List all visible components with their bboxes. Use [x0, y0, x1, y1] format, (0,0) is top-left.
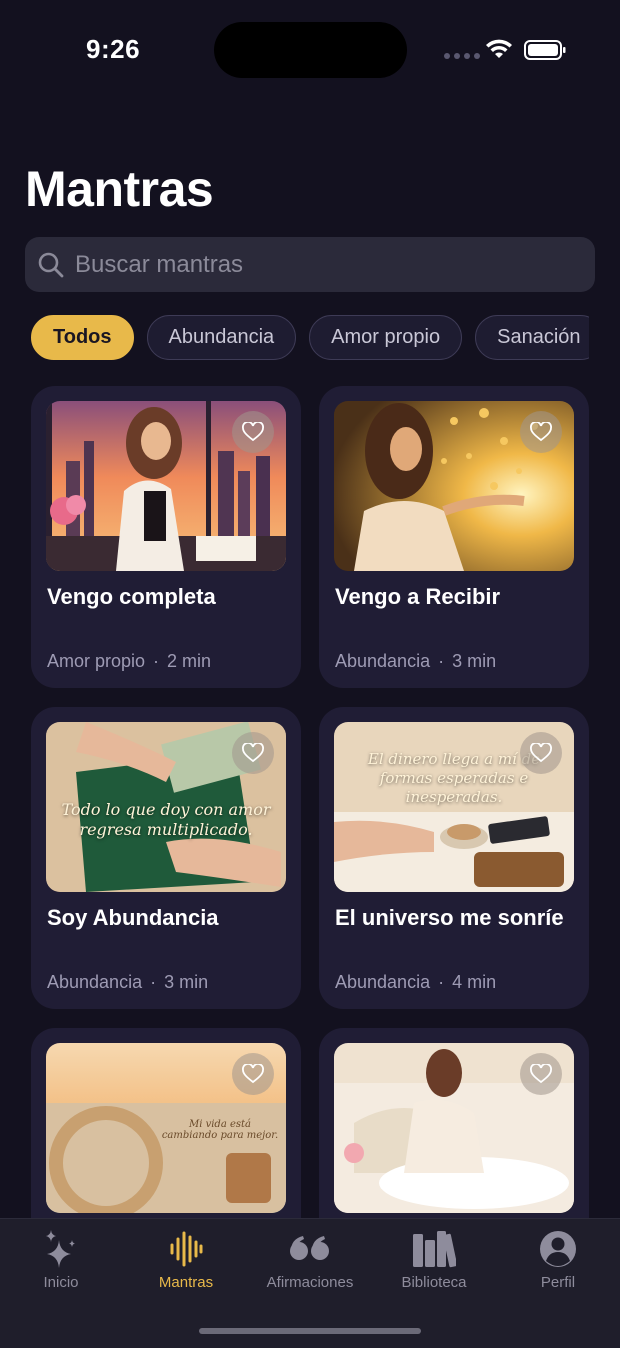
- heart-icon: [530, 422, 552, 442]
- tab-label: Afirmaciones: [266, 1274, 354, 1291]
- heart-icon: [530, 743, 552, 763]
- mantra-card-soy-abundancia[interactable]: Todo lo que doy con amor regresa multipl…: [31, 707, 301, 1009]
- tab-label: Inicio: [43, 1274, 79, 1291]
- favorite-button[interactable]: [232, 732, 274, 774]
- tab-mantras[interactable]: Mantras: [124, 1229, 248, 1291]
- card-meta: Amor propio · 2 min: [47, 651, 212, 671]
- card-title: Vengo completa: [47, 584, 216, 609]
- card-meta: Abundancia · 3 min: [335, 651, 497, 671]
- dynamic-island: [214, 22, 407, 78]
- tab-label: Biblioteca: [401, 1274, 467, 1291]
- card-title: El universo me sonríe: [335, 905, 564, 930]
- card-category: Abundancia: [335, 972, 431, 992]
- waveform-icon: [169, 1229, 203, 1269]
- tab-inicio[interactable]: Inicio: [0, 1229, 123, 1291]
- sparkles-icon: [43, 1229, 79, 1269]
- favorite-button[interactable]: [232, 411, 274, 453]
- heart-icon: [242, 743, 264, 763]
- mantra-card-vengo-completa[interactable]: Vengo completa Amor propio · 2 min: [31, 386, 301, 688]
- mantra-card-el-universo-me-sonrie[interactable]: El dinero llega a mí de formas esperadas…: [319, 707, 589, 1009]
- heart-icon: [242, 422, 264, 442]
- battery-icon: [524, 40, 566, 60]
- search-icon: [38, 252, 64, 277]
- mantra-thumbnail: [334, 1043, 574, 1213]
- mantra-thumbnail: Todo lo que doy con amor regresa multipl…: [46, 722, 286, 892]
- card-duration: 3 min: [452, 651, 497, 671]
- search-bar[interactable]: [25, 237, 595, 292]
- cellular-signal-icon: [444, 53, 480, 59]
- card-category: Amor propio: [47, 651, 146, 671]
- card-title: Soy Abundancia: [47, 905, 219, 930]
- favorite-button[interactable]: [520, 732, 562, 774]
- mantra-thumbnail: [334, 401, 574, 571]
- tab-biblioteca[interactable]: Biblioteca: [372, 1229, 496, 1291]
- person-circle-icon: [539, 1229, 577, 1269]
- mantra-thumbnail: Mi vida está cambiando para mejor.: [46, 1043, 286, 1213]
- filter-chip-sanacion[interactable]: Sanación: [475, 315, 589, 360]
- home-indicator: [199, 1328, 421, 1334]
- filter-chip-abundancia[interactable]: Abundancia: [146, 315, 297, 360]
- mantra-card-vengo-a-recibir[interactable]: Vengo a Recibir Abundancia · 3 min: [319, 386, 589, 688]
- filter-chip-todos[interactable]: Todos: [31, 315, 134, 360]
- heart-icon: [530, 1064, 552, 1084]
- heart-icon: [242, 1064, 264, 1084]
- tab-label: Mantras: [158, 1274, 214, 1291]
- filter-chip-amor-propio[interactable]: Amor propio: [309, 315, 463, 360]
- mantra-thumbnail: [46, 401, 286, 571]
- card-meta: Abundancia · 4 min: [335, 972, 497, 992]
- mantra-thumbnail: El dinero llega a mí de formas esperadas…: [334, 722, 574, 892]
- wifi-icon: [486, 39, 512, 58]
- card-duration: 2 min: [167, 651, 212, 671]
- status-time: 9:26: [86, 34, 141, 64]
- thumbnail-caption: Mi vida está cambiando para mejor.: [161, 1119, 279, 1141]
- tab-label: Perfil: [540, 1274, 576, 1291]
- quote-icon: [289, 1229, 331, 1269]
- status-bar: 9:26: [0, 0, 620, 100]
- search-input[interactable]: [75, 250, 555, 279]
- card-meta: Abundancia · 3 min: [47, 972, 209, 992]
- tab-perfil[interactable]: Perfil: [496, 1229, 620, 1291]
- thumbnail-caption: Todo lo que doy con amor regresa multipl…: [61, 800, 271, 839]
- category-filters: Todos Abundancia Amor propio Sanación: [31, 315, 589, 361]
- favorite-button[interactable]: [232, 1053, 274, 1095]
- books-icon: [412, 1229, 456, 1269]
- page-title: Mantras: [25, 161, 214, 217]
- card-category: Abundancia: [47, 972, 143, 992]
- favorite-button[interactable]: [520, 411, 562, 453]
- card-duration: 3 min: [164, 972, 209, 992]
- favorite-button[interactable]: [520, 1053, 562, 1095]
- card-category: Abundancia: [335, 651, 431, 671]
- tab-afirmaciones[interactable]: Afirmaciones: [248, 1229, 372, 1291]
- card-duration: 4 min: [452, 972, 497, 992]
- card-title: Vengo a Recibir: [335, 584, 501, 609]
